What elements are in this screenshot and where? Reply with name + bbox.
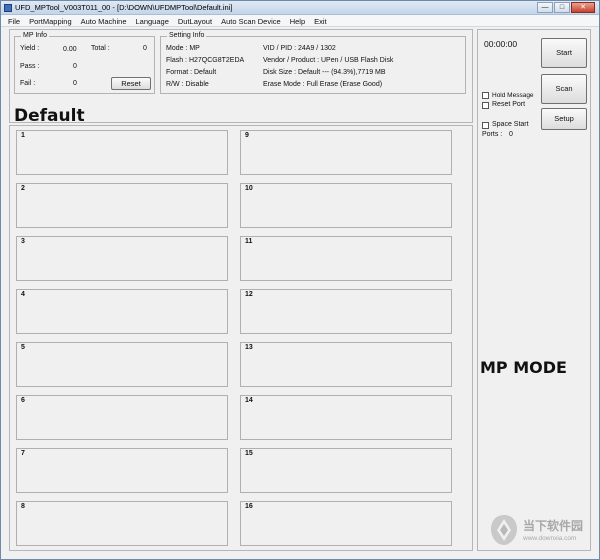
setting-info-legend: Setting Info	[167, 32, 207, 39]
slot-8[interactable]: 8	[16, 501, 228, 546]
format-text: Format : Default	[166, 69, 217, 76]
mode-overlay: MP MODE	[480, 358, 567, 377]
slot-5[interactable]: 5	[16, 342, 228, 387]
watermark-logo-icon	[491, 515, 517, 545]
rw-text: R/W : Disable	[166, 81, 209, 88]
ports-label: Ports :	[482, 131, 503, 138]
menu-auto-machine[interactable]: Auto Machine	[78, 15, 130, 26]
slot-number: 14	[245, 397, 253, 404]
slot-2[interactable]: 2	[16, 183, 228, 228]
pass-label: Pass :	[20, 63, 40, 70]
watermark-url: www.downxia.com	[523, 535, 577, 542]
scan-button[interactable]: Scan	[541, 74, 587, 104]
slot-11[interactable]: 11	[240, 236, 452, 281]
slot-number: 13	[245, 344, 253, 351]
yield-value: 0.00	[63, 46, 77, 53]
menu-dutlayout[interactable]: DutLayout	[175, 15, 215, 26]
slot-number: 8	[21, 503, 25, 510]
app-icon	[4, 4, 12, 12]
title-bar[interactable]: UFD_MPTool_V003T011_00 - [D:\DOWN\UFDMPT…	[1, 1, 599, 15]
hold-message-label: Hold Message	[492, 92, 534, 99]
slot-15[interactable]: 15	[240, 448, 452, 493]
menu-help[interactable]: Help	[287, 15, 308, 26]
slot-number: 10	[245, 185, 253, 192]
fail-label: Fail :	[20, 80, 36, 87]
maximize-button[interactable]: □	[554, 2, 570, 13]
slot-7[interactable]: 7	[16, 448, 228, 493]
slot-number: 11	[245, 238, 253, 245]
erase-mode-text: Erase Mode : Full Erase (Erase Good)	[263, 81, 383, 88]
mp-info-group: MP Info Yield : 0.00 Total : 0 Pass : 0 …	[14, 32, 155, 94]
start-button[interactable]: Start	[541, 38, 587, 68]
space-start-label: Space Start	[492, 121, 529, 128]
reset-button[interactable]: Reset	[111, 77, 151, 90]
window-title: UFD_MPTool_V003T011_00 - [D:\DOWN\UFDMPT…	[15, 3, 233, 12]
site-watermark: 当下软件园 www.downxia.com	[489, 509, 587, 553]
slot-number: 4	[21, 291, 25, 298]
slot-number: 9	[245, 132, 249, 139]
app-window: UFD_MPTool_V003T011_00 - [D:\DOWN\UFDMPT…	[0, 0, 600, 560]
watermark-text: 当下软件园	[523, 519, 584, 533]
slot-12[interactable]: 12	[240, 289, 452, 334]
disk-size-text: Disk Size : Default --- (94.3%),7719 MB	[263, 69, 386, 76]
slot-number: 2	[21, 185, 25, 192]
total-label: Total :	[91, 45, 110, 52]
slot-number: 7	[21, 450, 25, 457]
slot-4[interactable]: 4	[16, 289, 228, 334]
menu-auto-scan-device[interactable]: Auto Scan Device	[218, 15, 284, 26]
slot-1[interactable]: 1	[16, 130, 228, 175]
total-value: 0	[143, 45, 147, 52]
setup-button[interactable]: Setup	[541, 108, 587, 130]
vendor-product-text: Vendor / Product : UPen / USB Flash Disk	[263, 57, 394, 64]
menu-bar: File PortMapping Auto Machine Language D…	[1, 15, 599, 27]
timer-display: 00:00:00	[484, 39, 518, 49]
ports-value: 0	[509, 131, 513, 138]
menu-language[interactable]: Language	[133, 15, 172, 26]
slot-6[interactable]: 6	[16, 395, 228, 440]
space-start-checkbox[interactable]	[482, 122, 489, 129]
reset-port-label: Reset Port	[492, 101, 526, 108]
slot-14[interactable]: 14	[240, 395, 452, 440]
window-controls: — □ ✕	[536, 2, 595, 13]
close-button[interactable]: ✕	[571, 2, 595, 13]
mode-text: Mode : MP	[166, 45, 200, 52]
reset-port-checkbox[interactable]	[482, 102, 489, 109]
minimize-button[interactable]: —	[537, 2, 553, 13]
config-name-overlay: Default	[14, 106, 85, 126]
slot-number: 6	[21, 397, 25, 404]
menu-exit[interactable]: Exit	[311, 15, 330, 26]
slot-9[interactable]: 9	[240, 130, 452, 175]
slot-16[interactable]: 16	[240, 501, 452, 546]
slot-number: 15	[245, 450, 253, 457]
vid-pid-text: VID / PID : 24A9 / 1302	[263, 45, 336, 52]
slot-grid-panel: 1 2 3 4 5 6 7 8 9 10 11 12 13 14 15 16	[9, 125, 473, 551]
menu-portmapping[interactable]: PortMapping	[26, 15, 75, 26]
slot-number: 5	[21, 344, 25, 351]
fail-value: 0	[73, 80, 77, 87]
mp-info-legend: MP Info	[21, 32, 49, 39]
slot-10[interactable]: 10	[240, 183, 452, 228]
slot-number: 1	[21, 132, 25, 139]
yield-label: Yield :	[20, 45, 40, 52]
hold-message-checkbox[interactable]	[482, 92, 489, 99]
slot-number: 16	[245, 503, 253, 510]
flash-text: Flash : H27QCG8T2EDA	[166, 57, 245, 64]
control-panel: 00:00:00 Start Scan Setup Hold Message R…	[477, 29, 591, 551]
slot-number: 12	[245, 291, 253, 298]
setting-info-group: Setting Info Mode : MP Flash : H27QCG8T2…	[160, 32, 466, 94]
slot-13[interactable]: 13	[240, 342, 452, 387]
slot-3[interactable]: 3	[16, 236, 228, 281]
pass-value: 0	[73, 63, 77, 70]
slot-number: 3	[21, 238, 25, 245]
menu-file[interactable]: File	[5, 15, 23, 26]
info-panel: MP Info Yield : 0.00 Total : 0 Pass : 0 …	[9, 29, 473, 126]
